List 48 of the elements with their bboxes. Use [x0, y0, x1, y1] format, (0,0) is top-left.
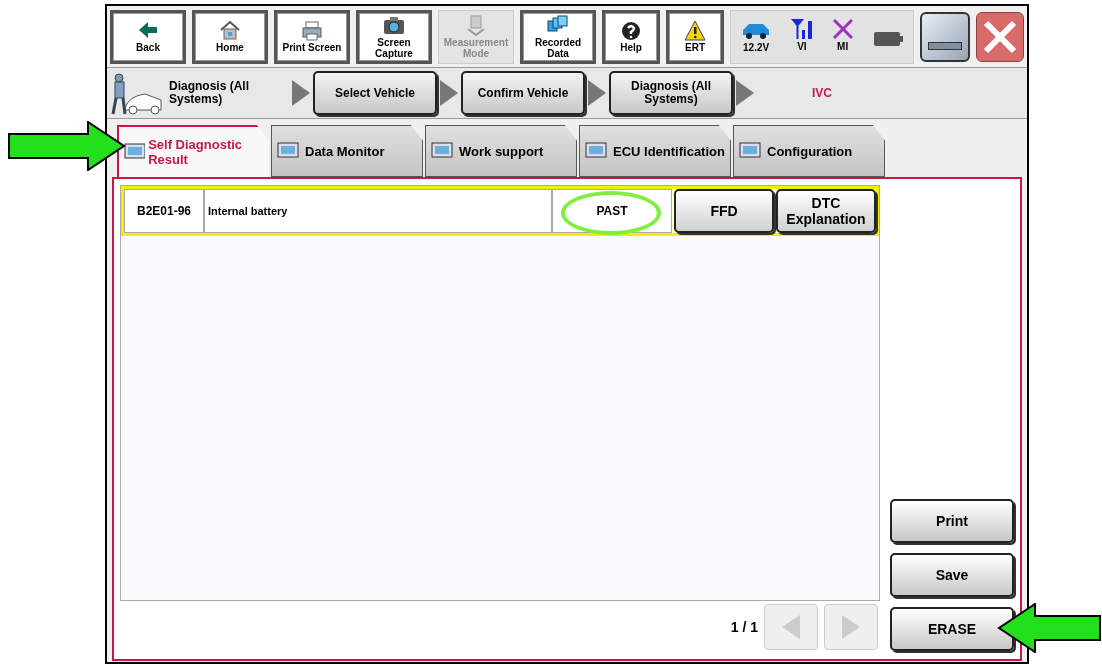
meter-icon [465, 14, 487, 37]
current-system-label: IVC [811, 85, 833, 102]
toolbar-button[interactable]: Recorded Data [520, 9, 596, 64]
step-arrow-icon [586, 80, 608, 106]
technician-car-icon [109, 70, 165, 116]
tab[interactable]: Data Monitor [271, 125, 423, 177]
step-arrow-icon [290, 80, 312, 106]
breadcrumb-button[interactable]: Confirm Vehicle [461, 71, 585, 115]
side-button[interactable]: Save [890, 553, 1014, 597]
toolbar-button[interactable]: Screen Capture [356, 9, 432, 64]
dtc-code: B2E01-96 [124, 189, 204, 233]
toolbar-button[interactable]: ERT [666, 9, 724, 64]
close-icon [983, 19, 1017, 54]
signal-icon [791, 19, 813, 39]
breadcrumb-label: Diagnosis (All Systems) [169, 80, 250, 106]
house-icon [219, 20, 241, 42]
step-arrow-icon [438, 80, 460, 106]
status-label: VI [797, 40, 807, 54]
page-indicator: 1 / 1 [730, 617, 758, 637]
dtc-action-button[interactable]: DTC Explanation [776, 189, 876, 233]
cross-icon [832, 19, 853, 39]
dtc-description: Internal battery [204, 189, 552, 233]
side-button[interactable]: Print [890, 499, 1014, 543]
dtc-action-button[interactable]: FFD [674, 189, 774, 233]
toolbar-button[interactable]: Back [110, 9, 186, 64]
dtc-status: PAST [596, 203, 628, 220]
minimize-button[interactable] [920, 11, 970, 62]
status-label: MI [837, 40, 849, 54]
toolbar-button[interactable]: Home [192, 9, 268, 64]
printer-icon [301, 20, 323, 42]
step-arrow-icon [734, 80, 756, 106]
side-button[interactable]: ERASE [890, 607, 1014, 651]
help-icon [620, 20, 642, 42]
camera-icon [383, 14, 405, 37]
tab[interactable]: Configuration [733, 125, 885, 177]
breadcrumb-button[interactable]: Select Vehicle [313, 71, 437, 115]
dtc-row[interactable]: B2E01-96 Internal battery PAST FFD DTC Explanation [121, 186, 879, 236]
toolbar-button[interactable]: Help [602, 9, 660, 64]
status-label: 12.2V [743, 40, 770, 55]
close-button[interactable] [976, 11, 1024, 62]
warning-icon [684, 20, 706, 42]
breadcrumb-button[interactable]: Diagnosis (All Systems) [609, 71, 733, 115]
toolbar-button[interactable]: Print Screen [274, 9, 350, 64]
right-triangle-icon [842, 615, 860, 639]
left-triangle-icon [782, 615, 800, 639]
tab[interactable]: ECU Identification [579, 125, 731, 177]
tab[interactable]: Work support [425, 125, 577, 177]
tab[interactable]: Self Diagnostic Result [117, 125, 269, 177]
